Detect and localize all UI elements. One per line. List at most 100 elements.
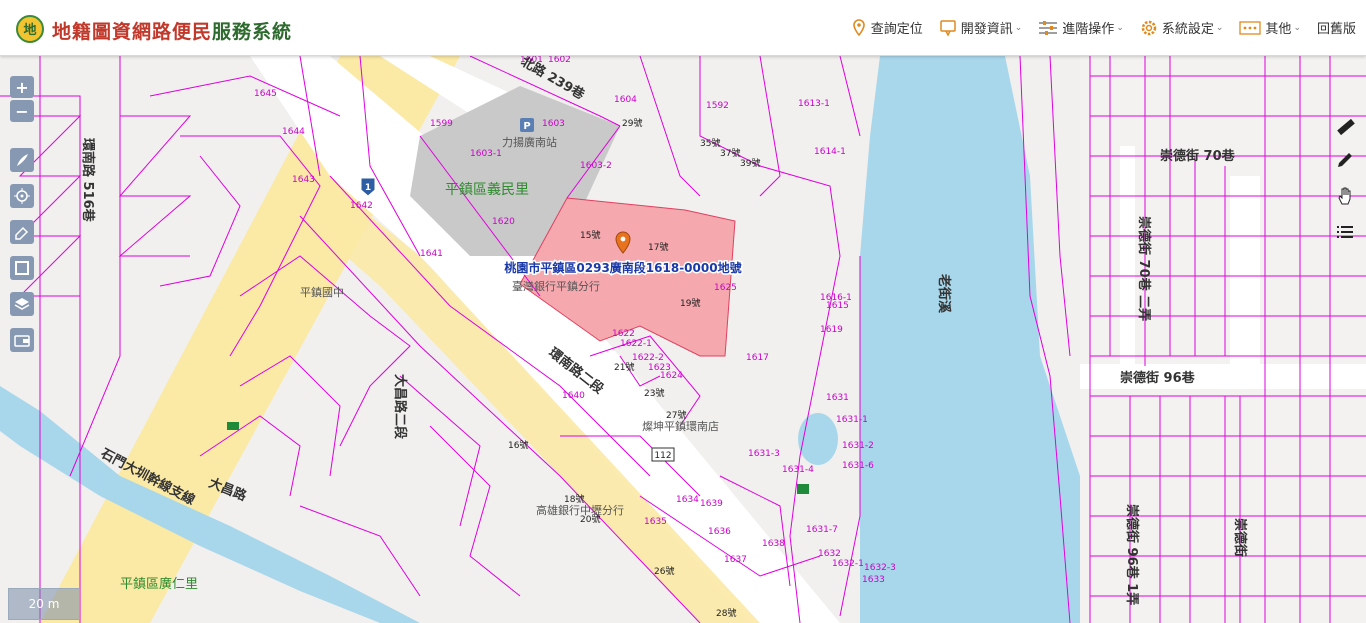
parcel-number-label: 1603-1: [470, 149, 502, 159]
nav-search-locate[interactable]: 查詢定位: [851, 18, 923, 37]
nav-other[interactable]: 其他 ⌄: [1239, 18, 1301, 37]
chevron-down-icon: ⌄: [1014, 22, 1023, 33]
parcel-number-label: 1645: [254, 89, 277, 99]
highlight-parcel-label: 桃園市平鎮區0293廣南段1618-0000地號: [504, 260, 741, 275]
parcel-number-label: 1625: [714, 283, 737, 293]
parcel-number-label: 1613-1: [798, 99, 830, 109]
nav-advanced[interactable]: 進階操作 ⌄: [1038, 18, 1124, 37]
list-icon: [1337, 226, 1353, 238]
list-button[interactable]: [1333, 220, 1357, 244]
locate-button[interactable]: [10, 184, 34, 208]
road-chongde-v: 崇德街: [1232, 518, 1248, 557]
parcel-number-label: 1644: [282, 127, 305, 137]
nav-old-version[interactable]: 回舊版: [1317, 18, 1356, 37]
minus-icon: −: [15, 101, 29, 121]
parcel-number-label: 1614-1: [814, 147, 846, 157]
zoom-out-button[interactable]: −: [10, 100, 34, 122]
draw-tool-button[interactable]: [10, 148, 34, 172]
parcel-number-label: 1632-1: [832, 559, 864, 569]
sliders-icon: [1038, 20, 1058, 36]
parcel-number-label: 1631-2: [842, 441, 874, 451]
parcel-number-label: 1632: [818, 549, 841, 559]
nav-dev-info[interactable]: 開發資訊 ⌄: [939, 18, 1023, 37]
more-dots-icon: [1239, 20, 1262, 35]
scale-bar: 20 m: [8, 588, 80, 620]
parcel-number-label: 1604: [614, 95, 637, 105]
road-chongde70-lane: 崇德街 70巷 二弄: [1136, 216, 1152, 321]
parking-icon: P: [520, 118, 534, 132]
parcel-number-label: 1592: [706, 101, 729, 111]
building-number-label: 17號: [648, 241, 668, 253]
chevron-down-icon: ⌄: [1116, 22, 1124, 33]
parcel-number-label: 1615: [826, 301, 849, 311]
svg-text:地: 地: [23, 22, 36, 38]
poi-bank2: 高雄銀行中壢分行: [536, 503, 624, 517]
parcel-number-label: 1631: [826, 393, 849, 403]
parcel-number-label: 1638: [762, 539, 785, 549]
parcel-number-label: 1642: [350, 201, 373, 211]
svg-text:112: 112: [654, 451, 671, 461]
bank-icon: [227, 422, 239, 430]
svg-text:1: 1: [365, 183, 371, 193]
gear-icon: [1140, 19, 1158, 37]
building-number-label: 15號: [580, 229, 600, 241]
building-number-label: 35號: [700, 137, 720, 149]
parcel-number-label: 1632-3: [864, 563, 896, 573]
parcel-number-label: 1640: [562, 391, 585, 401]
svg-text:P: P: [523, 121, 530, 132]
parcel-number-label: 1633: [862, 575, 885, 585]
eraser-button[interactable]: [10, 220, 34, 244]
building-number-label: 39號: [740, 157, 760, 169]
parcel-number-label: 1620: [492, 217, 515, 227]
layers-button[interactable]: [10, 292, 34, 316]
parcel-number-label: 1643: [292, 175, 315, 185]
building-number-label: 16號: [508, 439, 528, 451]
pan-button[interactable]: [1333, 184, 1357, 208]
building-number-label: 28號: [716, 607, 736, 619]
parcel-number-label: 1622-2: [632, 353, 664, 363]
parcel-number-label: 1631-7: [806, 525, 838, 535]
map-canvas[interactable]: P 1 112 1601 1602 1603 1603-1 1603-2 1604 1592…: [0, 56, 1366, 623]
location-pin-icon: [851, 18, 867, 37]
parcel-number-label: 1639: [700, 499, 723, 509]
pencil-button[interactable]: [1333, 148, 1357, 172]
wallet-icon: [14, 335, 30, 347]
ruler-icon: [1337, 118, 1355, 136]
square-icon: [15, 261, 29, 275]
poi-store: 燦坤平鎮環南店: [642, 419, 719, 433]
parcel-number-label: 1624: [660, 371, 683, 381]
building-number-label: 37號: [720, 147, 740, 159]
road-huannan516: 環南路 516巷: [80, 138, 96, 223]
road-chongde96-1: 崇德街 96巷 1弄: [1124, 504, 1140, 605]
app-header: 地 地籍圖資網路便民服務系統 查詢定位 開發資訊 ⌄ 進階操作 ⌄ 系統設定 ⌄ 其他…: [0, 0, 1366, 56]
parcel-number-label: 1631-4: [782, 465, 814, 475]
frame-button[interactable]: [10, 256, 34, 280]
nav-settings[interactable]: 系統設定 ⌄: [1140, 18, 1223, 37]
parcel-number-label: 1603: [542, 119, 565, 129]
parcel-number-label: 1622-1: [620, 339, 652, 349]
ruler-button[interactable]: [1333, 114, 1357, 138]
poi-parking: 力揚廣南站: [502, 135, 557, 149]
parcel-number-label: 1617: [746, 353, 769, 363]
wallet-button[interactable]: [10, 328, 34, 352]
info-pin-icon: [939, 19, 957, 37]
building-number-label: 29號: [622, 117, 642, 129]
chevron-down-icon: ⌄: [1293, 22, 1301, 33]
road-chongde70: 崇德街 70巷: [1160, 148, 1236, 164]
road-dachang2: 大昌路二段: [392, 374, 408, 439]
building-number-label: 21號: [614, 361, 634, 373]
river-laojie: 老街溪: [936, 273, 952, 314]
parcel-number-label: 1631-3: [748, 449, 780, 459]
bank-icon: [797, 484, 809, 494]
village-guangren: 平鎮區廣仁里: [120, 576, 198, 592]
parcel-number-label: 1635: [644, 517, 667, 527]
poi-bank: 臺灣銀行平鎮分行: [512, 279, 600, 293]
plus-icon: +: [15, 77, 29, 97]
app-title: 地籍圖資網路便民服務系統: [52, 21, 293, 43]
parcel-number-label: 1631-6: [842, 461, 874, 471]
parcel-number-label: 1636: [708, 527, 731, 537]
parcel-number-label: 1602: [548, 56, 571, 65]
pond: [798, 413, 838, 465]
zoom-in-button[interactable]: +: [10, 76, 34, 98]
eraser-icon: [15, 226, 29, 240]
